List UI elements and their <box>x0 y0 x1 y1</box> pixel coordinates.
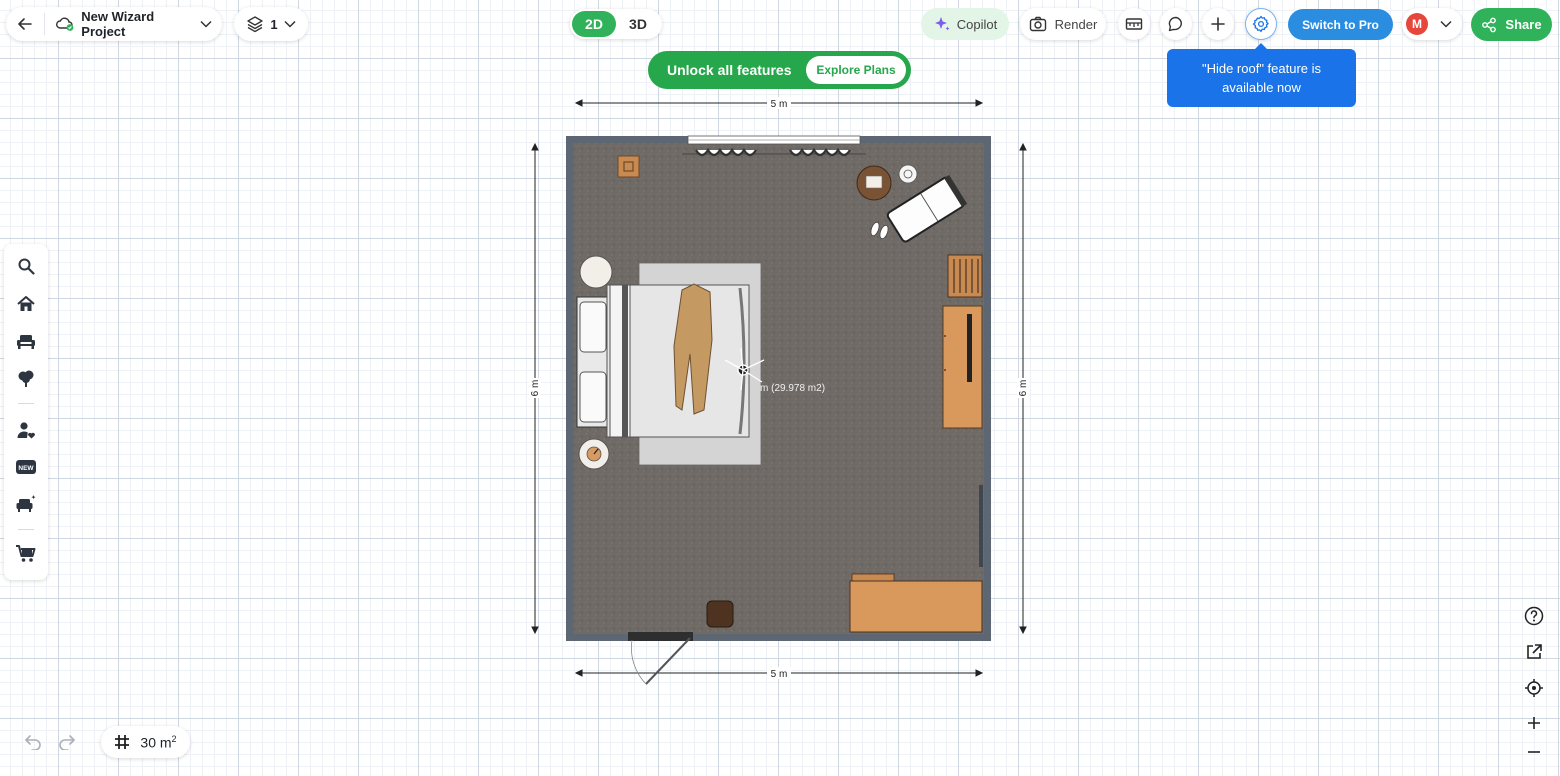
door[interactable] <box>628 632 693 685</box>
tv-console[interactable] <box>942 305 983 429</box>
bed[interactable] <box>576 283 750 438</box>
radiator[interactable] <box>947 254 983 298</box>
undo-redo-group <box>20 728 94 756</box>
help-icon[interactable] <box>1520 602 1548 630</box>
stool[interactable] <box>706 600 734 628</box>
zoom-out-icon[interactable] <box>1520 738 1548 766</box>
dimension-label-left: 6 m <box>530 380 541 397</box>
desk[interactable] <box>849 573 983 633</box>
nightstand-clock-bottom[interactable] <box>578 438 610 470</box>
hash-grid-icon <box>114 734 130 750</box>
wall-segment[interactable] <box>979 485 983 567</box>
dimension-label-bottom: 5 m <box>771 669 788 680</box>
recenter-icon[interactable] <box>1520 674 1548 702</box>
dimension-label-right: 6 m <box>1018 380 1029 397</box>
room-area-label: m (29.978 m2) <box>760 383 825 394</box>
dimension-label-top: 5 m <box>771 99 788 110</box>
floor-plan-canvas[interactable]: 5 m 5 m 6 m 6 m m (29.978 m2) <box>0 0 1560 776</box>
nightstand-lamp-top[interactable] <box>579 255 613 289</box>
area-value: 30 m2 <box>140 733 177 751</box>
round-side-table[interactable] <box>856 165 892 201</box>
redo-icon[interactable] <box>58 734 76 750</box>
side-table-small[interactable] <box>617 155 640 178</box>
area-indicator[interactable]: 30 m2 <box>101 726 190 758</box>
zoom-in-icon[interactable] <box>1520 709 1548 737</box>
undo-icon[interactable] <box>24 734 42 750</box>
lamp[interactable] <box>898 164 918 184</box>
external-link-icon[interactable] <box>1520 638 1548 666</box>
